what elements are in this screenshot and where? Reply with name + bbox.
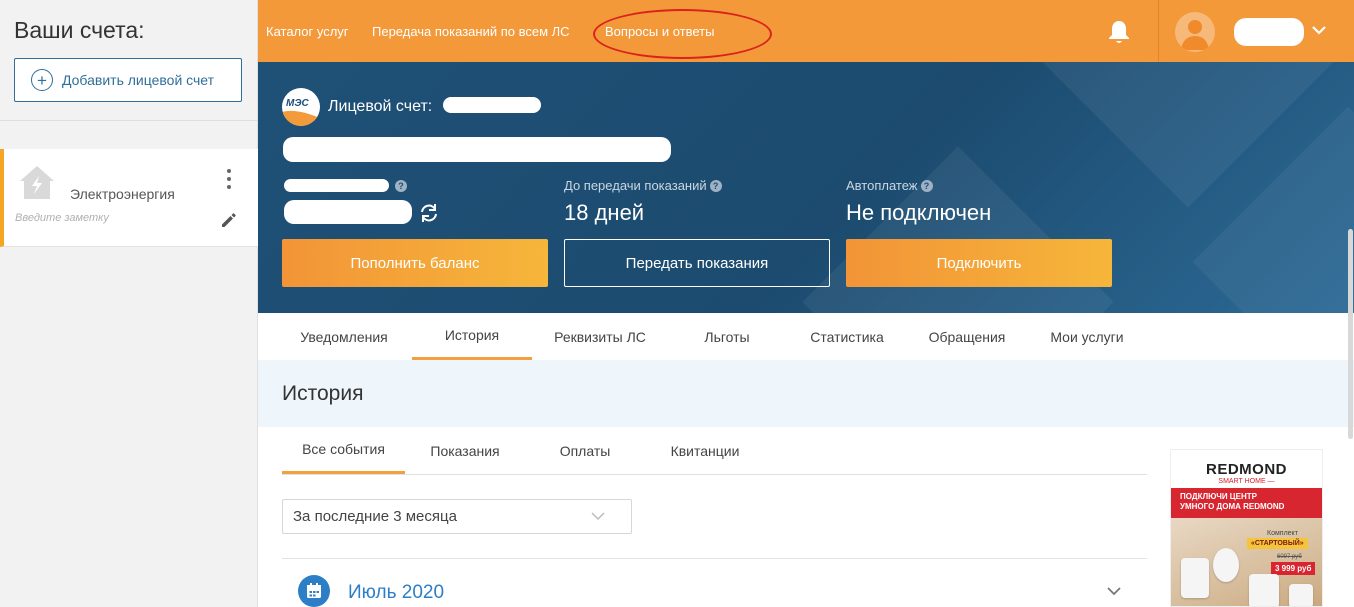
- ad-kit-label: Комплект: [1267, 530, 1298, 537]
- autopay-label: Автоплатеж?: [846, 178, 933, 193]
- tab-benefits[interactable]: Льготы: [667, 313, 787, 360]
- scrollbar[interactable]: [1348, 229, 1353, 439]
- ad-device: [1249, 574, 1279, 606]
- mes-logo: МЭС: [282, 88, 320, 126]
- ad-kit-name: «СТАРТОВЫЙ»: [1247, 538, 1308, 549]
- account-type: Электроэнергия: [70, 186, 175, 202]
- topbar-separator: [1158, 0, 1159, 62]
- submit-readings-button[interactable]: Передать показания: [564, 239, 830, 287]
- ad-price: 3 999 руб: [1271, 562, 1316, 575]
- period-select[interactable]: За последние 3 месяца: [282, 499, 632, 534]
- ad-device: [1213, 548, 1239, 582]
- account-number-label: Лицевой счет:: [328, 98, 433, 115]
- nav-link-catalog[interactable]: Каталог услуг: [266, 24, 349, 39]
- sidebar: Ваши счета: + Добавить лицевой счет Элек…: [0, 0, 258, 607]
- nav-link-submit-all[interactable]: Передача показаний по всем ЛС: [372, 24, 570, 39]
- sidebar-title: Ваши счета:: [14, 17, 145, 43]
- ad-device: [1289, 584, 1313, 606]
- tab-notifications[interactable]: Уведомления: [284, 313, 404, 360]
- help-icon[interactable]: ?: [709, 180, 722, 192]
- calendar-icon: [298, 575, 330, 607]
- add-account-label: Добавить лицевой счет: [62, 72, 215, 88]
- user-name-redacted[interactable]: [1234, 18, 1304, 46]
- period-select-value: За последние 3 месяца: [293, 508, 457, 525]
- sidebar-account-card[interactable]: Электроэнергия Введите заметку: [0, 149, 258, 247]
- page-title: История: [282, 382, 364, 405]
- subtab-payments[interactable]: Оплаты: [525, 427, 645, 474]
- account-number-redacted: [443, 97, 541, 113]
- connect-autopay-button[interactable]: Подключить: [846, 239, 1112, 287]
- account-summary-panel: МЭС Лицевой счет: ? До передачи показани…: [258, 62, 1354, 313]
- subtabs-divider: [282, 474, 1147, 475]
- tab-requisites[interactable]: Реквизиты ЛС: [540, 313, 660, 360]
- help-icon[interactable]: ?: [395, 180, 407, 192]
- note-input[interactable]: Введите заметку: [15, 212, 109, 224]
- user-silhouette-icon: [1181, 20, 1209, 50]
- bell-icon[interactable]: [1107, 19, 1131, 45]
- avatar[interactable]: [1175, 12, 1215, 52]
- help-icon[interactable]: ?: [920, 180, 933, 192]
- top-navigation-bar: Каталог услуг Передача показаний по всем…: [258, 0, 1354, 62]
- subtab-receipts[interactable]: Квитанции: [645, 427, 765, 474]
- refresh-icon[interactable]: [418, 202, 440, 224]
- plus-icon: +: [31, 69, 53, 91]
- add-account-button[interactable]: + Добавить лицевой счет: [14, 58, 242, 102]
- ad-product-image: Комплект «СТАРТОВЫЙ» 6097 руб 3 999 руб: [1171, 518, 1322, 606]
- ad-brand: REDMOND: [1206, 461, 1287, 478]
- more-vert-icon[interactable]: [224, 169, 234, 195]
- house-lightning-icon: [20, 166, 54, 199]
- ad-banner-redmond[interactable]: REDMOND SMART HOME — ПОДКЛЮЧИ ЦЕНТР УМНО…: [1170, 449, 1323, 607]
- tab-my-services[interactable]: Мои услуги: [1027, 313, 1147, 360]
- month-heading[interactable]: Июль 2020: [348, 582, 444, 604]
- readings-deadline-value: 18 дней: [564, 200, 645, 225]
- decor-diamond: [802, 146, 1114, 313]
- nav-link-faq[interactable]: Вопросы и ответы: [605, 24, 714, 39]
- account-tabs: Уведомления История Реквизиты ЛС Льготы …: [258, 313, 1354, 360]
- history-header: История: [258, 360, 1354, 427]
- sidebar-divider: [0, 120, 258, 121]
- subtab-readings[interactable]: Показания: [405, 427, 525, 474]
- tab-appeals[interactable]: Обращения: [907, 313, 1027, 360]
- readings-deadline-label: До передачи показаний?: [564, 178, 722, 193]
- ad-subtitle: SMART HOME —: [1218, 478, 1275, 485]
- autopay-value: Не подключен: [846, 200, 992, 225]
- balance-label-redacted: [284, 179, 389, 192]
- month-divider: [282, 558, 1147, 559]
- chevron-down-icon[interactable]: [1311, 24, 1327, 36]
- chevron-down-icon[interactable]: [1106, 585, 1122, 597]
- ad-device: [1181, 558, 1209, 598]
- balance-value-redacted: [284, 200, 412, 224]
- address-redacted: [283, 137, 671, 162]
- ad-old-price: 6097 руб: [1277, 554, 1302, 560]
- pencil-icon[interactable]: [219, 210, 239, 230]
- tab-history[interactable]: История: [412, 313, 532, 360]
- top-up-balance-button[interactable]: Пополнить баланс: [282, 239, 548, 287]
- ad-headline: ПОДКЛЮЧИ ЦЕНТР УМНОГО ДОМА REDMOND: [1171, 488, 1322, 518]
- chevron-down-icon: [591, 512, 605, 521]
- tab-statistics[interactable]: Статистика: [787, 313, 907, 360]
- subtab-all-events[interactable]: Все события: [282, 427, 405, 474]
